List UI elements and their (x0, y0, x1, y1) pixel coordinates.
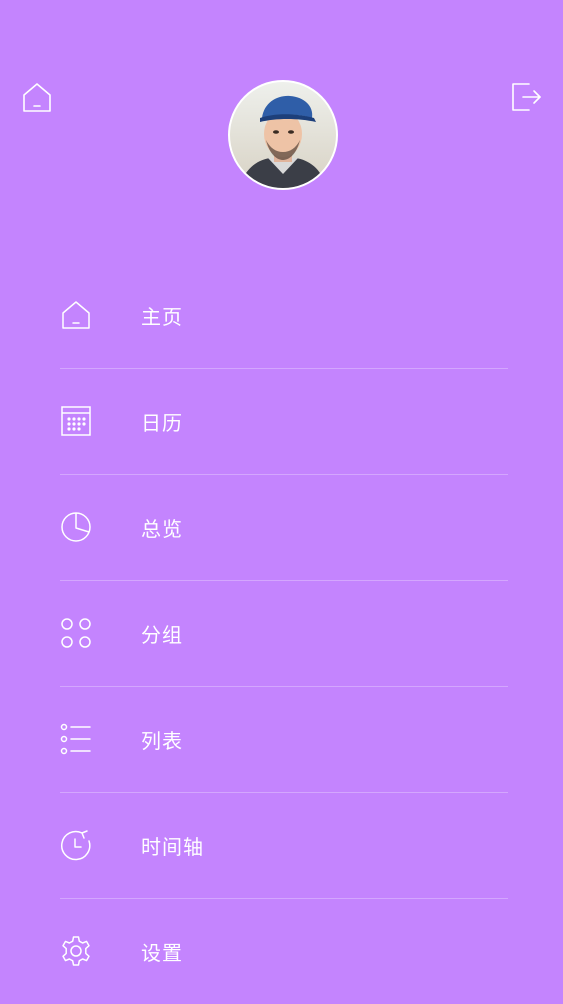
menu-item-calendar[interactable]: 日历 (60, 368, 508, 474)
timeline-clock-icon (60, 829, 92, 861)
avatar[interactable] (230, 82, 336, 188)
menu-item-list[interactable]: 列表 (60, 686, 508, 792)
menu-item-home[interactable]: 主页 (60, 262, 508, 368)
menu-item-label: 日历 (141, 410, 183, 435)
menu-item-timeline[interactable]: 时间轴 (60, 792, 508, 898)
logout-icon[interactable] (509, 80, 543, 114)
calendar-icon (60, 405, 92, 437)
menu-item-label: 分组 (141, 622, 183, 647)
menu-item-groups[interactable]: 分组 (60, 580, 508, 686)
pie-chart-icon (60, 511, 92, 543)
menu-item-label: 总览 (141, 516, 183, 541)
side-menu: 主页 日历 总览 分组 列表 时间轴 设置 (60, 262, 508, 1004)
home-icon (60, 299, 92, 331)
list-icon (60, 723, 92, 755)
menu-item-settings[interactable]: 设置 (60, 898, 508, 1004)
gear-icon (60, 935, 92, 967)
home-icon[interactable] (20, 80, 54, 114)
menu-item-overview[interactable]: 总览 (60, 474, 508, 580)
group-grid-icon (60, 617, 92, 649)
menu-item-label: 设置 (141, 940, 183, 965)
menu-item-label: 主页 (141, 304, 183, 329)
menu-item-label: 列表 (141, 728, 183, 753)
menu-item-label: 时间轴 (141, 834, 204, 859)
